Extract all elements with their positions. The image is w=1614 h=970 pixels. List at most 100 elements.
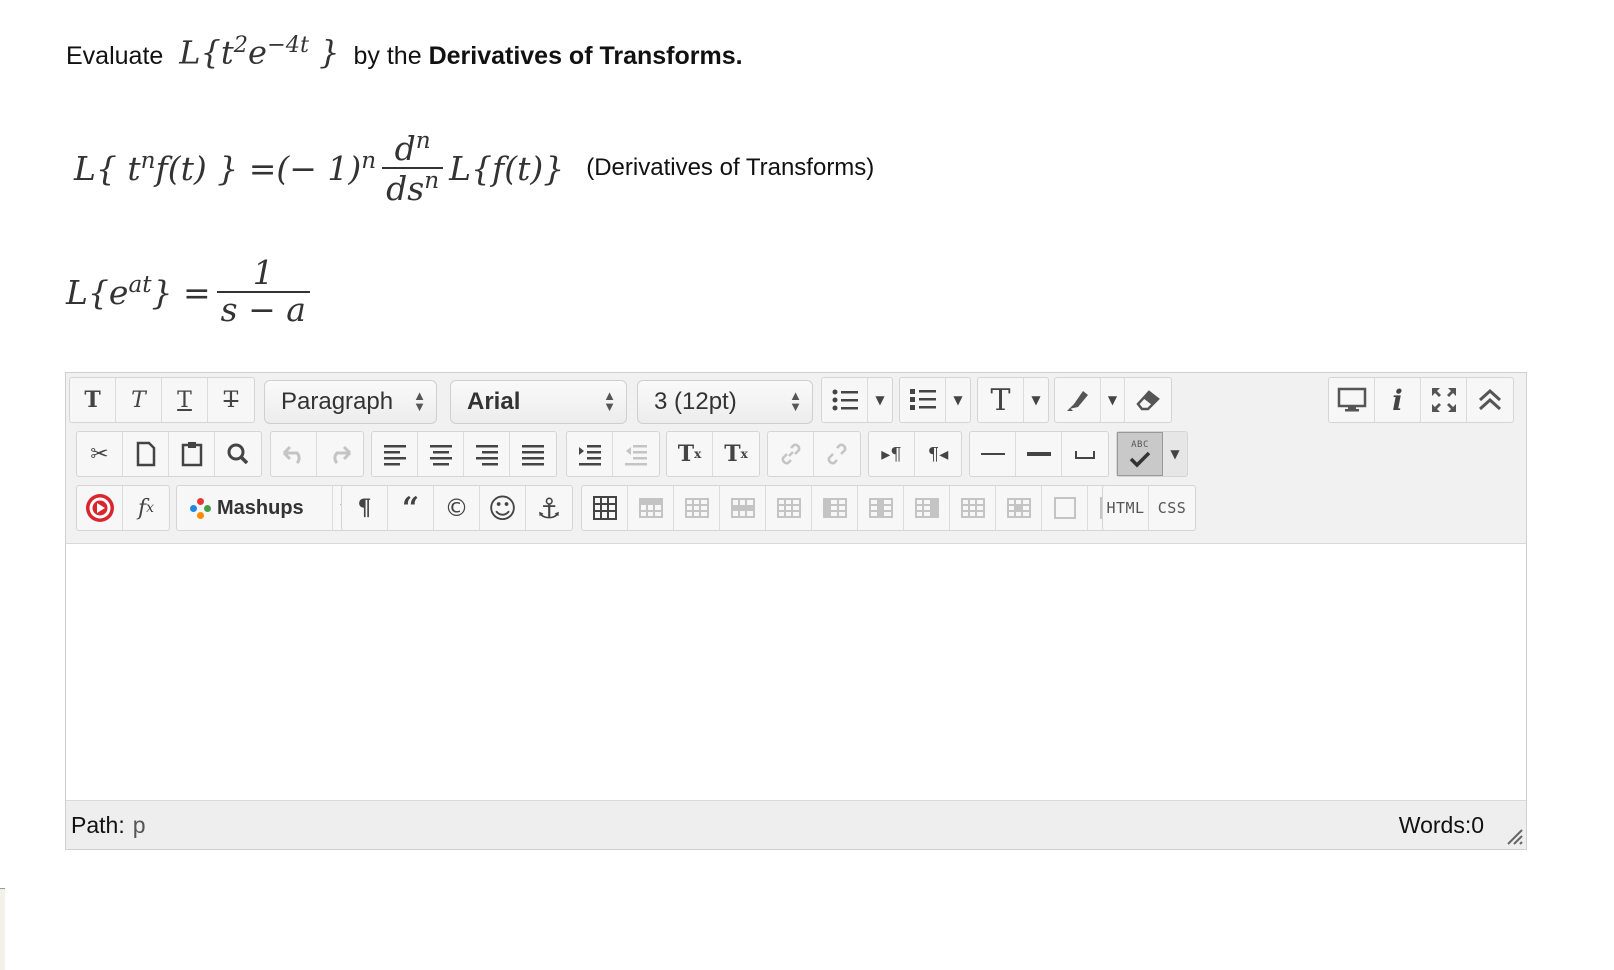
blockquote-icon[interactable]: “ — [388, 486, 434, 530]
insert-table-icon[interactable] — [582, 486, 628, 530]
table-delete-row-icon[interactable] — [720, 486, 766, 530]
table-row-props-icon[interactable] — [1042, 486, 1088, 530]
nonbreaking-space-icon[interactable] — [1062, 432, 1108, 476]
align-right-icon[interactable] — [464, 432, 510, 476]
toolbar-row-2: ✂ T x T x ▸¶ ¶◂ ABC ▼ — [66, 431, 1526, 479]
anchor-icon[interactable]: ⚓ — [526, 486, 572, 530]
mashups-group: Mashups ▼ — [176, 485, 358, 531]
highlight-group: ▼ — [1054, 377, 1172, 423]
italic-icon[interactable]: T — [116, 378, 162, 422]
exponential-transform-formula: L{eat} = 1 s − a — [66, 244, 316, 340]
exponential-fraction: 1 s − a — [216, 256, 310, 327]
copyright-icon[interactable]: © — [434, 486, 480, 530]
question-expression: L{t2e−4t } — [179, 32, 340, 72]
mashups-button[interactable]: Mashups — [177, 486, 333, 530]
subscript-icon[interactable]: Tx — [713, 432, 759, 476]
path-value[interactable]: p — [133, 812, 146, 839]
find-icon[interactable] — [215, 432, 261, 476]
table-row-after-icon[interactable] — [674, 486, 720, 530]
rtl-icon[interactable]: ¶◂ — [915, 432, 961, 476]
bullet-list-icon[interactable] — [822, 378, 868, 422]
outdent-icon[interactable] — [613, 432, 659, 476]
text-style-group: T T T T — [69, 377, 255, 423]
spellcheck-dropdown-icon[interactable]: ▼ — [1163, 432, 1187, 476]
numbered-list-icon[interactable] — [900, 378, 946, 422]
select-arrows-icon: ▲ ▼ — [413, 388, 426, 414]
insert-rule-group — [969, 431, 1109, 477]
formula-icon[interactable]: fx — [123, 486, 169, 530]
resize-grip-icon[interactable] — [1502, 824, 1524, 846]
mashups-icon — [189, 497, 211, 519]
indent-group — [566, 431, 660, 477]
css-button[interactable]: CSS — [1149, 486, 1195, 530]
paste-icon[interactable] — [169, 432, 215, 476]
align-justify-icon[interactable] — [510, 432, 556, 476]
paragraph-format-select[interactable]: Paragraph ▲ ▼ — [264, 380, 437, 424]
redo-icon[interactable] — [317, 432, 363, 476]
undo-icon[interactable] — [271, 432, 317, 476]
html-source-button[interactable]: HTML — [1103, 486, 1149, 530]
table-split-cell-icon[interactable] — [904, 486, 950, 530]
page-edge — [0, 888, 5, 970]
horizontal-line-icon[interactable] — [970, 432, 1016, 476]
derivative-fraction: dn dsn — [382, 129, 444, 206]
table-col-after-icon[interactable] — [812, 486, 858, 530]
cut-icon[interactable]: ✂ — [77, 432, 123, 476]
font-family-select[interactable]: Arial ▲ ▼ — [450, 380, 627, 424]
table-col-before-icon[interactable] — [766, 486, 812, 530]
thick-line-icon[interactable] — [1016, 432, 1062, 476]
highlight-dropdown-icon[interactable]: ▼ — [1101, 378, 1125, 422]
ltr-icon[interactable]: ▸¶ — [869, 432, 915, 476]
table-cell-props-icon[interactable] — [996, 486, 1042, 530]
bold-icon[interactable]: T — [70, 378, 116, 422]
table-group — [581, 485, 1135, 531]
eraser-icon[interactable] — [1125, 378, 1171, 422]
strikethrough-icon[interactable]: T — [208, 378, 254, 422]
preview-icon[interactable] — [1329, 378, 1375, 422]
path-label: Path: — [71, 811, 125, 838]
underline-icon[interactable]: T — [162, 378, 208, 422]
alignment-group — [371, 431, 557, 477]
question-prefix: Evaluate — [66, 41, 164, 70]
highlighter-icon[interactable] — [1055, 378, 1101, 422]
editor-content-area[interactable] — [66, 543, 1526, 801]
toolbar-row-3: fx Mashups ▼ ¶ “ © ☺ ⚓ — [66, 485, 1526, 533]
clipboard-group: ✂ — [76, 431, 262, 477]
copy-icon[interactable] — [123, 432, 169, 476]
text-color-icon[interactable]: T — [978, 378, 1024, 422]
bullet-list-dropdown-icon[interactable]: ▼ — [868, 378, 892, 422]
view-group: i — [1328, 377, 1514, 423]
youtube-icon[interactable] — [77, 486, 123, 530]
source-group: HTML CSS — [1102, 485, 1196, 531]
paragraph-mark-icon[interactable]: ¶ — [342, 486, 388, 530]
collapse-toolbar-icon[interactable] — [1467, 378, 1513, 422]
table-merge-cells-icon[interactable] — [950, 486, 996, 530]
numbered-list-dropdown-icon[interactable]: ▼ — [946, 378, 970, 422]
emoticon-icon[interactable]: ☺ — [480, 486, 526, 530]
text-color-dropdown-icon[interactable]: ▼ — [1024, 378, 1048, 422]
rich-text-editor: T T T T Paragraph ▲ ▼ Arial ▲ ▼ 3 (12pt) ▲… — [65, 372, 1527, 850]
font-size-select[interactable]: 3 (12pt) ▲ ▼ — [637, 380, 813, 424]
word-count: Words:0 — [1398, 811, 1484, 838]
bullet-list-group: ▼ — [821, 377, 893, 423]
toolbar-row-1: T T T T Paragraph ▲ ▼ Arial ▲ ▼ 3 (12pt) ▲… — [66, 377, 1526, 425]
direction-group: ▸¶ ¶◂ — [868, 431, 962, 477]
media-group: fx — [76, 485, 170, 531]
indent-icon[interactable] — [567, 432, 613, 476]
editor-statusbar: Path: p Words:0 — [66, 801, 1526, 849]
derivative-transform-formula: L{ tnf(t) } =(− 1)n dn dsn L{f(t)} (Deri… — [74, 128, 875, 208]
select-arrows-icon: ▲ ▼ — [789, 388, 802, 414]
select-arrows-icon: ▲ ▼ — [603, 388, 616, 414]
link-icon[interactable] — [768, 432, 814, 476]
unlink-icon[interactable] — [814, 432, 860, 476]
superscript-icon[interactable]: Tx — [667, 432, 713, 476]
table-delete-col-icon[interactable] — [858, 486, 904, 530]
fullscreen-icon[interactable] — [1421, 378, 1467, 422]
formula-rhs: L{f(t)} — [449, 148, 565, 188]
spellcheck-icon[interactable]: ABC — [1117, 432, 1163, 476]
align-center-icon[interactable] — [418, 432, 464, 476]
link-group — [767, 431, 861, 477]
info-icon[interactable]: i — [1375, 378, 1421, 422]
align-left-icon[interactable] — [372, 432, 418, 476]
table-row-before-icon[interactable] — [628, 486, 674, 530]
